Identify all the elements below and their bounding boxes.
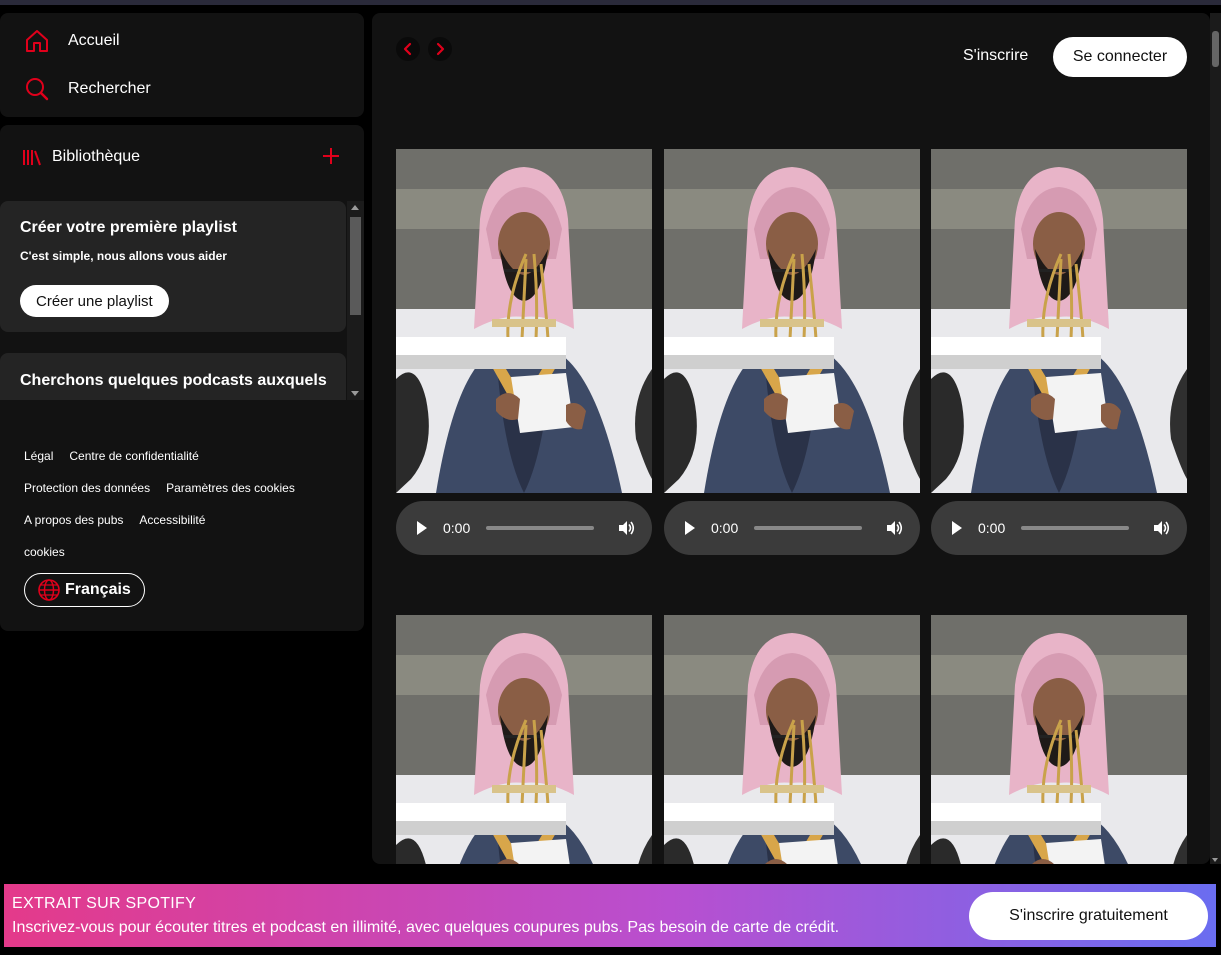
volume-icon[interactable] [885, 519, 903, 537]
login-button[interactable]: Se connecter [1053, 37, 1187, 77]
main-content: S'inscrire Se connecter 0:00 0:00 0:00 [372, 13, 1210, 864]
artwork-frame[interactable] [664, 149, 920, 493]
back-button[interactable] [396, 37, 420, 61]
language-label: Français [65, 581, 131, 598]
artwork-frame[interactable] [396, 615, 652, 864]
home-icon [26, 30, 48, 52]
footer-link-cookies[interactable]: cookies [24, 545, 65, 559]
sidebar-item-home[interactable]: Accueil [0, 17, 364, 65]
volume-icon[interactable] [1152, 519, 1170, 537]
sidebar-nav: Accueil Rechercher [0, 13, 364, 117]
footer-link-accessibility[interactable]: Accessibilité [139, 513, 205, 527]
banner-title: EXTRAIT SUR SPOTIFY [12, 895, 197, 912]
card-title: Cherchons quelques podcasts auxquels [20, 372, 327, 389]
player-time: 0:00 [443, 520, 471, 536]
sidebar-item-search[interactable]: Rechercher [0, 65, 364, 113]
podcasts-card: Cherchons quelques podcasts auxquels [0, 353, 346, 400]
language-button[interactable]: Français [24, 573, 145, 607]
progress-slider[interactable] [486, 526, 594, 530]
preview-banner: EXTRAIT SUR SPOTIFY Inscrivez-vous pour … [4, 884, 1216, 947]
library-scroll-area: Créer votre première playlist C'est simp… [0, 201, 364, 400]
media-card [664, 615, 920, 864]
library-header-button[interactable]: Bibliothèque [22, 145, 140, 169]
scrollbar-thumb[interactable] [1212, 31, 1219, 67]
footer-link-about-ads[interactable]: A propos des pubs [24, 513, 123, 527]
progress-slider[interactable] [754, 526, 862, 530]
plus-icon[interactable] [320, 145, 342, 167]
chevron-left-icon [403, 42, 412, 56]
media-card [931, 615, 1187, 864]
chevron-right-icon [436, 42, 445, 56]
forward-button[interactable] [428, 37, 452, 61]
library-icon [23, 150, 41, 166]
library-panel: Bibliothèque Créer votre première playli… [0, 125, 364, 631]
banner-text: Inscrivez-vous pour écouter titres et po… [12, 919, 840, 936]
artwork-image [664, 149, 920, 493]
sidebar-item-label: Rechercher [68, 80, 151, 97]
create-playlist-button[interactable]: Créer une playlist [20, 285, 169, 317]
audio-player[interactable]: 0:00 [664, 501, 920, 555]
play-icon[interactable] [685, 521, 695, 535]
play-icon[interactable] [417, 521, 427, 535]
main-scrollbar[interactable] [1210, 13, 1221, 864]
footer-link-privacy-center[interactable]: Centre de confidentialité [69, 449, 198, 463]
player-time: 0:00 [978, 520, 1006, 536]
library-scrollbar[interactable] [347, 201, 364, 400]
card-subtitle: C'est simple, nous allons vous aider [20, 249, 227, 263]
search-icon [26, 78, 49, 101]
artwork-image [931, 615, 1187, 864]
audio-player[interactable]: 0:00 [931, 501, 1187, 555]
footer-row: Protection des données Paramètres des co… [24, 472, 344, 504]
progress-slider[interactable] [1021, 526, 1129, 530]
artwork-image [396, 615, 652, 864]
artwork-frame[interactable] [396, 149, 652, 493]
footer-link-legal[interactable]: Légal [24, 449, 53, 463]
artwork-frame[interactable] [664, 615, 920, 864]
player-time: 0:00 [711, 520, 739, 536]
media-card: 0:00 [396, 149, 652, 555]
globe-icon [38, 579, 60, 601]
artwork-image [396, 149, 652, 493]
sidebar-item-label: Accueil [68, 32, 120, 49]
footer-link-data-protection[interactable]: Protection des données [24, 481, 150, 495]
media-card: 0:00 [931, 149, 1187, 555]
audio-player[interactable]: 0:00 [396, 501, 652, 555]
window-top-strip [0, 0, 1221, 5]
footer-row: A propos des pubs Accessibilité [24, 504, 344, 536]
media-card [396, 615, 652, 864]
footer-row: cookies [24, 536, 344, 568]
footer-row: Légal Centre de confidentialité [24, 440, 344, 472]
artwork-frame[interactable] [931, 615, 1187, 864]
footer-link-cookie-settings[interactable]: Paramètres des cookies [166, 481, 295, 495]
scroll-down-arrow-icon[interactable] [351, 391, 359, 396]
signup-link[interactable]: S'inscrire [963, 47, 1028, 65]
volume-icon[interactable] [617, 519, 635, 537]
artwork-image [931, 149, 1187, 493]
scroll-up-arrow-icon[interactable] [351, 205, 359, 210]
card-title: Créer votre première playlist [20, 219, 237, 236]
artwork-image [664, 615, 920, 864]
scrollbar-thumb[interactable] [350, 217, 361, 315]
create-playlist-card: Créer votre première playlist C'est simp… [0, 201, 346, 332]
library-label: Bibliothèque [52, 148, 141, 165]
scroll-down-arrow-icon[interactable] [1212, 858, 1218, 862]
play-icon[interactable] [952, 521, 962, 535]
artwork-frame[interactable] [931, 149, 1187, 493]
footer-links: Légal Centre de confidentialité Protecti… [24, 440, 344, 568]
media-card: 0:00 [664, 149, 920, 555]
signup-free-button[interactable]: S'inscrire gratuitement [969, 892, 1208, 940]
